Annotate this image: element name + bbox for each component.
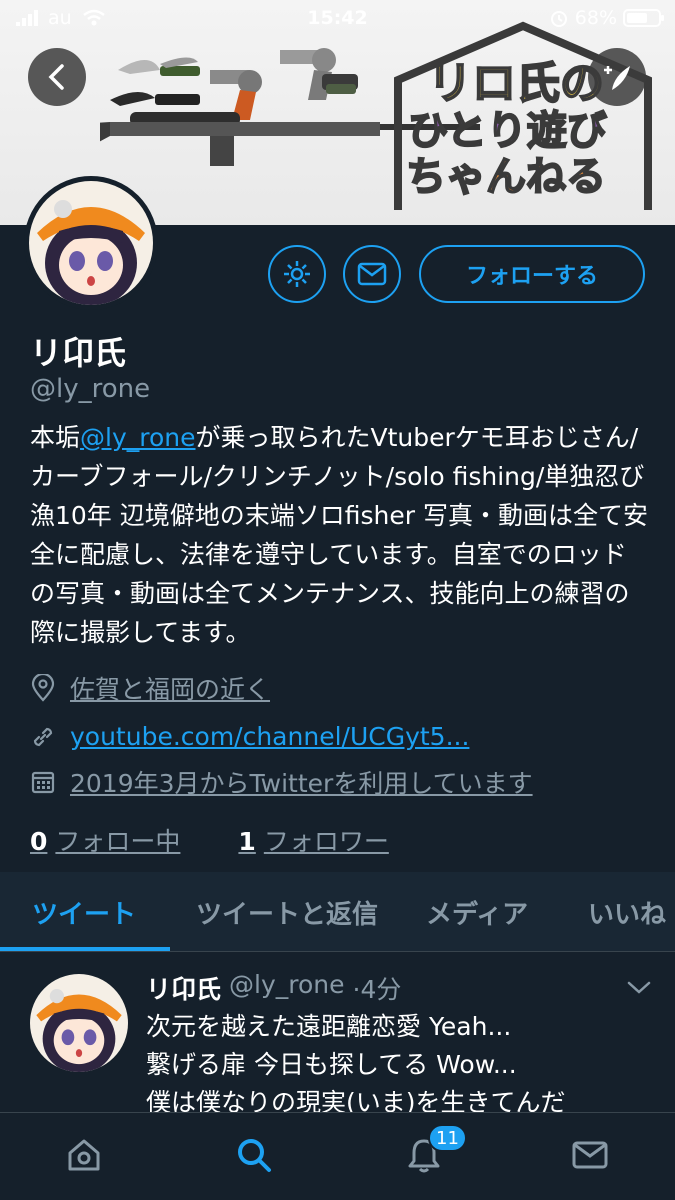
compose-feather-icon bbox=[604, 66, 630, 90]
profile-avatar[interactable] bbox=[24, 176, 158, 310]
follow-counts: 0 フォロー中 1 フォロワー bbox=[30, 822, 389, 858]
search-icon bbox=[238, 1139, 271, 1172]
alarm-icon bbox=[550, 11, 567, 27]
tweet-line: 次元を越えた遠距離恋愛 Yeah... bbox=[146, 1012, 512, 1041]
logo-line-1: リロ氏の bbox=[428, 58, 604, 109]
bottom-navigation bbox=[0, 1112, 675, 1200]
back-button[interactable] bbox=[28, 48, 86, 106]
tweet-time: ·4分 bbox=[352, 975, 402, 1004]
nav-search[interactable] bbox=[232, 1133, 276, 1177]
compose-tweet-button[interactable] bbox=[588, 48, 646, 106]
messages-icon bbox=[572, 1141, 608, 1169]
status-bar: au 15:42 68% bbox=[0, 0, 675, 38]
settings-button[interactable] bbox=[268, 245, 326, 303]
tab-tweets-and-replies[interactable]: ツイートと返信 bbox=[196, 872, 378, 952]
following-label: フォロー中 bbox=[55, 827, 181, 856]
profile-name: リ卬氏 bbox=[30, 334, 127, 372]
following-link[interactable]: 0 フォロー中 bbox=[30, 822, 180, 858]
profile-bio: 本垢@ly_roneが乗っ取られたVtuberケモ耳おじさん/カーブフォール/ク… bbox=[30, 418, 650, 652]
location-text: 佐賀と福岡の近く bbox=[70, 675, 271, 704]
website-link[interactable]: youtube.com/channel/UCGyt5... bbox=[70, 722, 469, 751]
tab-tweets[interactable]: ツイート bbox=[32, 872, 136, 952]
nav-home[interactable] bbox=[62, 1133, 106, 1177]
tweet-header: リ卬氏 @ly_rone ·4分 bbox=[146, 970, 401, 1006]
active-tab-indicator bbox=[0, 947, 170, 951]
logo-line-2: ひとり遊び bbox=[408, 108, 607, 154]
website-row: youtube.com/channel/UCGyt5... bbox=[30, 722, 469, 751]
logo-line-3: ちゃんねる bbox=[406, 154, 606, 200]
link-icon bbox=[33, 727, 53, 746]
location-row: 佐賀と福岡の近く bbox=[30, 670, 270, 706]
profile-handle: @ly_rone bbox=[30, 374, 151, 404]
nav-messages[interactable] bbox=[568, 1133, 612, 1177]
joined-date: 2019年3月からTwitterを利用しています bbox=[70, 769, 533, 798]
followers-count: 1 bbox=[238, 827, 256, 856]
tweet-options-chevron-icon[interactable] bbox=[626, 980, 652, 996]
home-icon bbox=[68, 1139, 100, 1171]
tweet-text: 次元を越えた遠距離恋愛 Yeah... 繋げる扉 今日も探してる Wow... … bbox=[146, 1008, 646, 1122]
tweet-author-handle: @ly_rone bbox=[229, 970, 345, 999]
tweet-line: 繋げる扉 今日も探してる Wow... bbox=[146, 1050, 517, 1079]
followers-label: フォロワー bbox=[263, 827, 389, 856]
avatar-illustration bbox=[30, 974, 128, 1072]
notification-badge: 11 bbox=[428, 1124, 467, 1152]
location-pin-icon bbox=[31, 674, 55, 702]
battery-percent: 68% bbox=[574, 7, 617, 29]
gear-icon bbox=[284, 261, 310, 287]
bio-prefix: 本垢 bbox=[30, 423, 81, 452]
message-button[interactable] bbox=[343, 245, 401, 303]
tweet-avatar[interactable] bbox=[30, 974, 128, 1072]
following-count: 0 bbox=[30, 827, 48, 856]
tab-media[interactable]: メディア bbox=[426, 872, 528, 952]
battery-icon bbox=[623, 9, 664, 27]
tweet-author-name[interactable]: リ卬氏 bbox=[146, 970, 221, 1006]
tab-likes[interactable]: いいね bbox=[588, 872, 666, 952]
profile-tabs: ツイート ツイートと返信 メディア いいね bbox=[0, 872, 675, 952]
avatar-illustration bbox=[29, 181, 153, 305]
follow-button[interactable]: フォローする bbox=[419, 245, 645, 303]
followers-link[interactable]: 1 フォロワー bbox=[238, 822, 388, 858]
envelope-icon bbox=[357, 262, 387, 286]
bio-text: が乗っ取られたVtuberケモ耳おじさん/カーブフォール/クリンチノット/sol… bbox=[30, 423, 648, 647]
bio-mention-link[interactable]: @ly_rone bbox=[80, 423, 196, 452]
chevron-left-icon bbox=[48, 64, 64, 90]
joined-row: 2019年3月からTwitterを利用しています bbox=[30, 764, 533, 800]
calendar-icon bbox=[31, 771, 55, 794]
